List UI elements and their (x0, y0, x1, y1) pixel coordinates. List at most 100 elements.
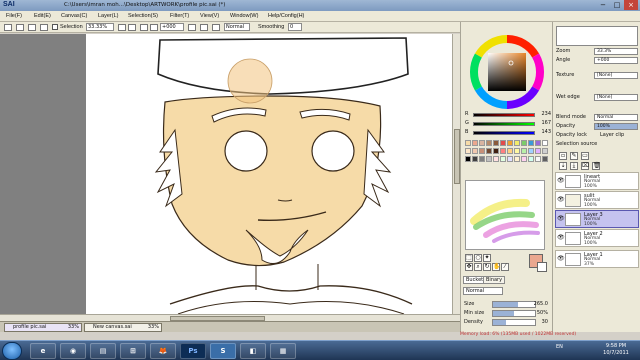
density-control[interactable]: Density 30 (464, 319, 550, 327)
taskbar-photoshop-icon[interactable]: Ps (180, 343, 206, 359)
visibility-eye-icon[interactable]: 👁 (557, 256, 565, 262)
layer-row-sulit[interactable]: 👁 sulit Normal 100% (555, 191, 639, 209)
visibility-eye-icon[interactable]: 👁 (557, 178, 565, 184)
menu-file[interactable]: File(F) (6, 13, 22, 19)
color-swatch[interactable] (507, 148, 513, 154)
close-button[interactable]: × (624, 0, 638, 10)
eyedropper-icon[interactable]: ⁄ (501, 263, 509, 271)
opacity-row[interactable]: Opacity 100% (556, 123, 638, 131)
rotate-left-icon[interactable] (140, 24, 148, 31)
brush-mode-select[interactable]: Normal (463, 287, 503, 295)
horizontal-scrollbar[interactable] (0, 314, 460, 321)
color-swatch[interactable] (493, 140, 499, 146)
red-slider[interactable]: R 234 (465, 111, 551, 118)
move-tool-icon[interactable]: ✥ (465, 263, 473, 271)
color-swatch[interactable] (535, 148, 541, 154)
color-swatch[interactable] (472, 156, 478, 162)
opacity-lock-checkbox[interactable]: Opacity lock (556, 132, 587, 138)
color-swatch[interactable] (479, 148, 485, 154)
canvas-area[interactable] (0, 34, 452, 314)
rotate-tool-icon[interactable]: ↻ (483, 263, 491, 271)
selection-source-checkbox[interactable]: Selection source (556, 141, 638, 149)
magic-wand-icon[interactable]: ✦ (483, 254, 491, 262)
color-swatch[interactable] (507, 156, 513, 162)
transfer-down-icon[interactable]: ⇣ (559, 162, 567, 170)
tab-profile-pic[interactable]: profile pic.sai 33% (4, 323, 82, 332)
color-swatch[interactable] (500, 140, 506, 146)
language-indicator[interactable]: EN (556, 344, 563, 350)
green-slider[interactable]: G 167 (465, 120, 551, 127)
min-size-control[interactable]: Min size 50% (464, 310, 550, 318)
smoothing-field[interactable]: 0 (288, 23, 302, 31)
color-swatch[interactable] (521, 156, 527, 162)
effect-row[interactable]: Wet edge [None] (556, 94, 638, 102)
menu-filter[interactable]: Filter(T) (170, 13, 189, 19)
color-swatch[interactable] (535, 140, 541, 146)
secondary-color-box[interactable] (537, 262, 547, 272)
color-swatch[interactable] (542, 148, 548, 154)
color-swatch[interactable] (486, 148, 492, 154)
color-swatch[interactable] (500, 148, 506, 154)
taskbar-firefox-icon[interactable]: 🦊 (150, 343, 176, 359)
color-swatch[interactable] (542, 156, 548, 162)
stabilizer-mode-select[interactable]: Normal (224, 23, 250, 31)
color-swatch[interactable] (514, 140, 520, 146)
color-wheel[interactable] (461, 32, 553, 112)
scratchpad[interactable] (465, 180, 545, 250)
lasso-tool-icon[interactable]: ○ (474, 254, 482, 262)
layer-row-layer3[interactable]: 👁 Layer 3 Normal 100% (555, 210, 639, 228)
visibility-eye-icon[interactable]: 👁 (557, 216, 565, 222)
layer-row-lineart[interactable]: 👁 lineart Normal 100% (555, 172, 639, 190)
redo-icon[interactable] (16, 24, 24, 31)
menu-edit[interactable]: Edit(E) (34, 13, 51, 19)
color-swatch[interactable] (465, 148, 471, 154)
size-control[interactable]: Size 265.0 (464, 301, 550, 309)
zoom-out-icon[interactable] (118, 24, 126, 31)
zoom-field[interactable]: 33.33% (86, 23, 114, 31)
taskbar-chrome-icon[interactable]: ◉ (60, 343, 86, 359)
color-swatch[interactable] (535, 156, 541, 162)
layer-clip-checkbox[interactable]: Layer clip (600, 132, 624, 138)
color-swatch[interactable] (486, 156, 492, 162)
reset-rotation-icon[interactable] (188, 24, 196, 31)
blue-slider[interactable]: B 143 (465, 129, 551, 136)
menu-help[interactable]: Help/Config(H) (268, 13, 304, 19)
taskbar-ie-icon[interactable]: e (30, 343, 56, 359)
tab-binary[interactable]: Binary (483, 276, 506, 284)
color-swatch[interactable] (521, 148, 527, 154)
rotate-right-icon[interactable] (150, 24, 158, 31)
color-swatch[interactable] (528, 156, 534, 162)
selection-tool-icon[interactable]: ⬚ (465, 254, 473, 262)
texture-row[interactable]: Texture [None] (556, 72, 638, 80)
zoom-tool-icon[interactable]: ⌕ (474, 263, 482, 271)
taskbar-explorer-icon[interactable]: ▤ (90, 343, 116, 359)
undo-icon[interactable] (4, 24, 12, 31)
deselect-icon[interactable] (28, 24, 36, 31)
new-linework-layer-icon[interactable]: ✎ (570, 152, 578, 160)
menu-view[interactable]: View(V) (200, 13, 219, 19)
color-swatch[interactable] (500, 156, 506, 162)
tab-new-canvas[interactable]: New canvas.sai 33% (84, 323, 162, 332)
taskbar-skype-icon[interactable]: S (210, 343, 236, 359)
color-swatch[interactable] (507, 140, 513, 146)
zoom-in-icon[interactable] (128, 24, 136, 31)
color-swatch[interactable] (472, 148, 478, 154)
visibility-eye-icon[interactable]: 👁 (557, 197, 565, 203)
angle-field[interactable]: +000 (160, 23, 184, 31)
navigator-preview[interactable] (556, 26, 638, 46)
menu-window[interactable]: Window(W) (230, 13, 258, 19)
color-swatch[interactable] (486, 140, 492, 146)
color-swatch[interactable] (472, 140, 478, 146)
minimize-button[interactable]: − (596, 0, 610, 10)
menu-layer[interactable]: Layer(L) (98, 13, 119, 19)
merge-down-icon[interactable]: ⤓ (570, 162, 578, 170)
layer-row-layer1[interactable]: 👁 Layer 1 Normal 37% (555, 250, 639, 268)
color-swatch[interactable] (528, 148, 534, 154)
new-folder-icon[interactable]: ▭ (581, 152, 589, 160)
color-swatch[interactable] (528, 140, 534, 146)
new-layer-icon[interactable]: ▫ (559, 152, 567, 160)
color-swatch[interactable] (465, 156, 471, 162)
vertical-scrollbar[interactable] (452, 34, 460, 314)
start-button[interactable] (2, 342, 22, 360)
invert-selection-icon[interactable] (40, 24, 48, 31)
